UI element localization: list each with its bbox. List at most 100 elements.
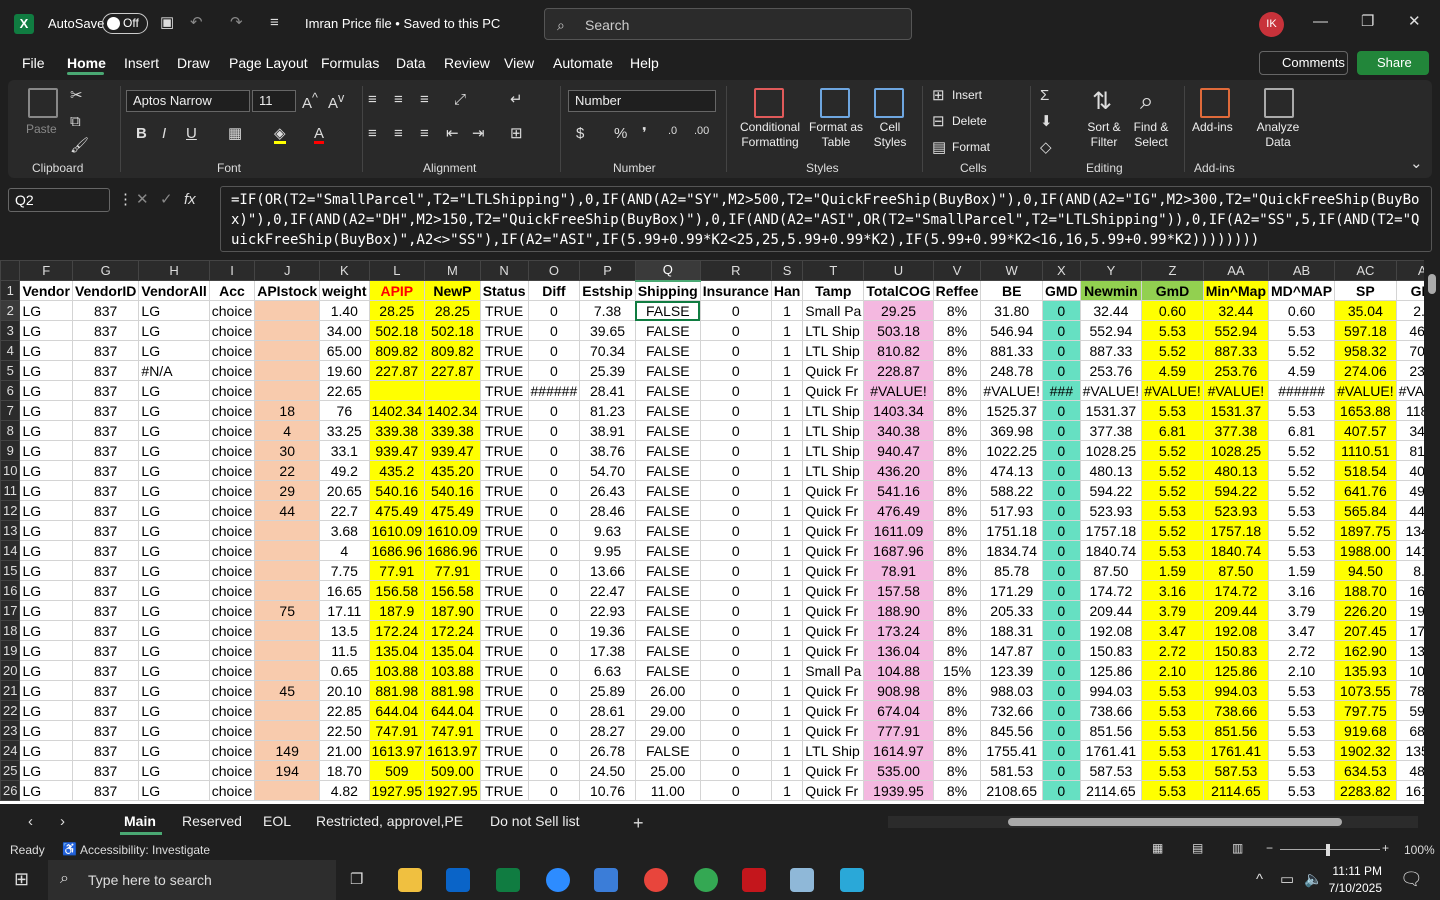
grid-cell[interactable]: 837 (71, 760, 140, 781)
grid-cell[interactable]: 587.53 (1202, 760, 1270, 781)
grid-cell[interactable]: 0 (1041, 520, 1081, 541)
grid-cell[interactable]: 0 (1041, 760, 1081, 781)
grid-cell[interactable]: LG (19, 360, 73, 381)
grid-cell[interactable]: ### (1041, 380, 1081, 401)
grid-cell[interactable]: 125.86 (1079, 660, 1143, 681)
minimize-icon[interactable]: — (1313, 14, 1328, 29)
grid-cell[interactable]: Quick Fr (802, 600, 865, 621)
grid-cell[interactable]: 845.56 (980, 720, 1043, 741)
format-painter-icon[interactable]: 🖌 (70, 138, 89, 153)
grid-cell[interactable]: FALSE (634, 440, 701, 461)
grid-cell[interactable]: 1 (770, 600, 804, 621)
grid-cell[interactable]: 18 (254, 400, 321, 421)
header-cell[interactable]: Status (479, 280, 529, 301)
grid-cell[interactable]: 5.53 (1141, 780, 1204, 801)
grid-cell[interactable]: LTL Ship (802, 440, 865, 461)
grid-cell[interactable]: 502.18 (424, 320, 481, 341)
grid-cell[interactable]: 29 (254, 480, 321, 501)
grid-cell[interactable]: LG (19, 580, 73, 601)
grid-cell[interactable]: 509.00 (424, 760, 481, 781)
grid-cell[interactable]: 76 (319, 400, 370, 421)
grid-cell[interactable]: 16.02 (1395, 580, 1424, 601)
grid-cell[interactable]: LG (138, 420, 210, 441)
grid-cell[interactable]: 78.69 (1395, 680, 1424, 701)
column-header[interactable]: J (254, 260, 321, 281)
sort-filter-icon[interactable]: ⇅ (1092, 90, 1112, 114)
grid-cell[interactable]: 40.86 (1395, 460, 1424, 481)
grid-cell[interactable]: 0 (1041, 600, 1081, 621)
grid-cell[interactable]: 8% (932, 700, 982, 721)
column-header[interactable]: Q (634, 260, 701, 282)
grid-cell[interactable]: FALSE (634, 320, 701, 341)
row-header[interactable]: 7 (0, 400, 21, 421)
grid-cell[interactable]: 517.93 (980, 500, 1043, 521)
grid-cell[interactable]: 0 (1041, 400, 1081, 421)
grid-cell[interactable]: 0 (699, 500, 772, 521)
grid-cell[interactable]: 5.53 (1141, 400, 1204, 421)
grid-cell[interactable]: #VALUE! (980, 380, 1043, 401)
column-header[interactable]: Z (1141, 260, 1204, 281)
grid-cell[interactable]: 435.20 (424, 460, 481, 481)
grid-cell[interactable]: FALSE (634, 520, 701, 541)
grid-cell[interactable]: 369.98 (980, 420, 1043, 441)
clock-date[interactable]: 7/10/2025 (1328, 881, 1382, 895)
grid-cell[interactable]: LG (19, 720, 73, 741)
grid-cell[interactable]: Small Pa (802, 300, 865, 321)
select-all-corner[interactable] (0, 260, 21, 281)
grid-cell[interactable]: LG (19, 500, 73, 521)
align-top-icon[interactable]: ≡ (368, 92, 377, 107)
grid-cell[interactable]: LG (19, 420, 73, 441)
grid-cell[interactable]: 188.31 (980, 620, 1043, 641)
grid-cell[interactable]: 253.76 (1202, 360, 1270, 381)
grid-cell[interactable]: 75 (254, 600, 321, 621)
column-header[interactable]: R (699, 260, 772, 281)
row-header[interactable]: 10 (0, 460, 21, 481)
column-header[interactable]: O (527, 260, 581, 281)
grid-cell[interactable]: LG (138, 440, 210, 461)
grid-cell[interactable]: 837 (71, 500, 140, 521)
grid-cell[interactable]: 25.39 (579, 360, 636, 381)
grid-cell[interactable]: 1 (770, 300, 804, 321)
grid-cell[interactable]: 0 (527, 500, 581, 521)
vertical-scrollbar[interactable] (1424, 260, 1440, 804)
grid-cell[interactable]: #VALUE! (1334, 380, 1397, 401)
grid-cell[interactable]: 540.16 (424, 480, 481, 501)
grid-cell[interactable]: 33.25 (319, 420, 370, 441)
grid-cell[interactable]: 4 (254, 420, 321, 441)
grid-cell[interactable]: 0 (1041, 360, 1081, 381)
grid-cell[interactable]: 881.33 (980, 340, 1043, 361)
grid-cell[interactable]: TRUE (479, 500, 529, 521)
grid-cell[interactable]: TRUE (479, 420, 529, 441)
grid-cell[interactable]: 0 (527, 420, 581, 441)
grid-cell[interactable]: 188.70 (1334, 580, 1397, 601)
grid-cell[interactable]: 8% (932, 380, 982, 401)
grid-cell[interactable]: FALSE (634, 620, 701, 641)
grid-cell[interactable]: 0 (1041, 560, 1081, 581)
grid-cell[interactable]: 340.38 (863, 420, 934, 441)
grid-cell[interactable]: 939.47 (368, 440, 426, 461)
grid-cell[interactable]: choice (208, 340, 256, 361)
grid-cell[interactable]: 0 (1041, 720, 1081, 741)
grid-cell[interactable]: 837 (71, 560, 140, 581)
filezilla-icon[interactable] (742, 868, 766, 892)
grid-cell[interactable]: 49.2 (319, 460, 370, 481)
header-cell[interactable]: Shipping (634, 280, 701, 301)
grid-cell[interactable]: 1 (770, 380, 804, 401)
grid-cell[interactable]: 77.91 (424, 560, 481, 581)
grid-cell[interactable]: 588.22 (980, 480, 1043, 501)
grid-cell[interactable]: 523.93 (1202, 500, 1270, 521)
grid-cell[interactable]: TRUE (479, 720, 529, 741)
grid-cell[interactable]: 881.98 (368, 680, 426, 701)
grid-cell[interactable]: 103.88 (424, 660, 481, 681)
grid-cell[interactable]: 0 (699, 440, 772, 461)
grid-cell[interactable]: TRUE (479, 340, 529, 361)
accessibility-status[interactable]: Accessibility: Investigate (80, 843, 210, 857)
grid-cell[interactable]: 0 (527, 440, 581, 461)
grid-cell[interactable]: 0 (1041, 500, 1081, 521)
grid-cell[interactable]: FALSE (634, 540, 701, 561)
grid-cell[interactable]: 837 (71, 380, 140, 401)
delete-cells-icon[interactable]: ⊟ (932, 114, 945, 129)
row-header[interactable]: 18 (0, 620, 21, 641)
conditional-formatting-button[interactable]: Conditional Formatting (730, 120, 810, 150)
grid-cell[interactable]: TRUE (479, 760, 529, 781)
